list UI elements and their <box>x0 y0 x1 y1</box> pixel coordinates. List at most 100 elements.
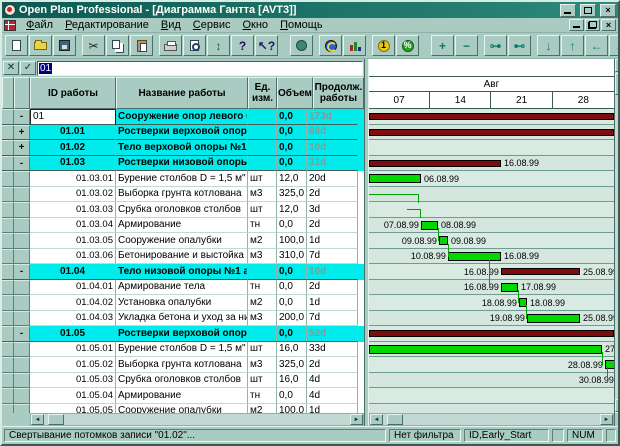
gantt-bar-summary[interactable] <box>369 330 614 337</box>
cut-button[interactable]: ✂ <box>82 35 105 56</box>
save-button[interactable] <box>53 35 76 56</box>
table-row[interactable]: -01Сооружение опор левого берега0,0173d <box>2 109 364 125</box>
gantt-bar-summary[interactable] <box>501 268 580 275</box>
scroll-left-icon[interactable]: ◄ <box>370 414 383 425</box>
context-help-button[interactable]: ↖? <box>255 35 278 56</box>
gantt-hscrollbar[interactable]: ◄ ► <box>369 413 614 426</box>
gantt-bar-task[interactable] <box>448 252 501 261</box>
gantt-bar-task[interactable] <box>369 345 602 354</box>
table-row[interactable]: 01.03.05Сооружение опалубким2100,01d <box>2 233 364 249</box>
move-left-button[interactable]: ← <box>585 35 608 56</box>
hscroll-thumb[interactable] <box>387 414 403 425</box>
column-header-5[interactable]: Объем <box>277 77 313 109</box>
column-header-4[interactable]: Ед. изм. <box>248 77 277 109</box>
accept-edit-button[interactable]: ✓ <box>20 61 36 75</box>
gantt-vscrollbar[interactable]: ▲ ▼ <box>614 59 618 426</box>
expand-collapse-toggle[interactable]: + <box>14 125 30 141</box>
scroll-down-icon[interactable]: ▼ <box>615 399 618 412</box>
scroll-up-icon[interactable]: ▲ <box>615 59 618 72</box>
print-preview-button[interactable] <box>183 35 206 56</box>
table-row[interactable]: -01.04Тело низовой опоры №1 а/д моста0,0… <box>2 264 364 280</box>
close-button[interactable]: × <box>600 4 616 17</box>
table-row[interactable]: 01.05.03Срубка оголовков столбовшт16,04d <box>2 373 364 389</box>
open-button[interactable] <box>29 35 52 56</box>
table-row[interactable]: 01.05.05Сооружение опалубким2100,01d <box>2 404 364 414</box>
gantt-bar-summary[interactable] <box>369 160 501 167</box>
table-row[interactable]: 01.05.01Бурение столбов D = 1,5 м"шт16,0… <box>2 342 364 358</box>
move-right-button[interactable]: → <box>609 35 620 56</box>
table-row[interactable]: 01.03.02Выборка грунта котлованам3325,02… <box>2 187 364 203</box>
expand-collapse-toggle[interactable]: - <box>14 326 30 342</box>
table-row[interactable]: 01.04.02Установка опалубким20,01d <box>2 295 364 311</box>
vscroll-track[interactable] <box>615 72 618 399</box>
add-activity-button[interactable]: + <box>431 35 454 56</box>
gantt-bar-summary[interactable] <box>369 129 614 136</box>
copy-button[interactable] <box>106 35 129 56</box>
link-activities-button[interactable]: ⊶ <box>484 35 507 56</box>
column-header-3[interactable]: Название работы <box>116 77 248 109</box>
table-row[interactable]: 01.05.02Выборка грунта котлованам3325,02… <box>2 357 364 373</box>
expand-collapse-toggle[interactable]: + <box>14 140 30 156</box>
sort-button[interactable]: ↕ <box>207 35 230 56</box>
document-icon[interactable] <box>4 20 16 31</box>
cell-volume: 310,0 <box>277 249 307 265</box>
child-minimize-button[interactable] <box>569 19 584 31</box>
expand-collapse-toggle[interactable]: - <box>14 156 30 172</box>
menu-item-3[interactable]: Сервис <box>187 18 237 32</box>
table-hscrollbar[interactable]: ◄ ► <box>30 413 364 426</box>
table-row[interactable]: 01.04.03Укладка бетона и уход за нимм320… <box>2 311 364 327</box>
cost-button[interactable]: 1 <box>372 35 395 56</box>
gantt-bar-task[interactable] <box>421 221 438 230</box>
expand-collapse-toggle[interactable]: - <box>14 264 30 280</box>
gantt-bar-task[interactable] <box>369 174 421 183</box>
menu-item-1[interactable]: Редактирование <box>59 18 155 32</box>
gantt-bar-task[interactable] <box>527 314 580 323</box>
scroll-left-icon[interactable]: ◄ <box>31 414 44 425</box>
table-row[interactable]: +01.02Тело верховой опоры №1 а/д моста0,… <box>2 140 364 156</box>
minimize-button[interactable] <box>560 4 576 17</box>
table-row[interactable]: 01.03.03Срубка оголовков столбовшт12,03d <box>2 202 364 218</box>
column-header-2[interactable]: ID работы <box>30 77 116 109</box>
table-row[interactable]: +01.01Ростверки верховой опоры №1 а/д0,0… <box>2 125 364 141</box>
scroll-right-icon[interactable]: ► <box>350 414 363 425</box>
menu-item-0[interactable]: Файл <box>20 18 59 32</box>
hscroll-thumb[interactable] <box>48 414 64 425</box>
cell-edit-input[interactable]: 01 <box>37 61 363 76</box>
vscroll-thumb[interactable] <box>615 73 618 95</box>
new-button[interactable] <box>5 35 28 56</box>
cancel-edit-button[interactable]: ✕ <box>3 61 19 75</box>
expand-collapse-toggle[interactable]: - <box>14 109 30 125</box>
gantt-bar-task[interactable] <box>439 236 448 245</box>
gantt-bar-task[interactable] <box>501 283 518 292</box>
unlink-activities-button[interactable]: ⊷ <box>508 35 531 56</box>
delete-activity-button[interactable]: − <box>455 35 478 56</box>
table-row[interactable]: -01.03Ростверки низовой опоры №1 а/д м0,… <box>2 156 364 172</box>
histogram-button[interactable] <box>343 35 366 56</box>
table-row[interactable]: 01.03.01Бурение столбов D = 1,5 м"шт12,0… <box>2 171 364 187</box>
hscroll-track[interactable] <box>64 414 350 425</box>
percent-complete-button[interactable]: % <box>396 35 419 56</box>
table-row[interactable]: -01.05Ростверки верховой опоры №2 а/д0,0… <box>2 326 364 342</box>
menu-item-2[interactable]: Вид <box>155 18 187 32</box>
paste-button[interactable] <box>130 35 153 56</box>
bar-start-date-label: 30.08.99 <box>579 375 614 385</box>
time-analysis-button[interactable] <box>319 35 342 56</box>
move-up-button[interactable]: ↑ <box>561 35 584 56</box>
table-row[interactable]: 01.03.06Бетонирование и выстойка бетонам… <box>2 249 364 265</box>
help-button[interactable]: ? <box>231 35 254 56</box>
menu-item-4[interactable]: Окно <box>236 18 274 32</box>
print-button[interactable] <box>159 35 182 56</box>
baseline-button[interactable] <box>290 35 313 56</box>
table-row[interactable]: 01.04.01Армирование телатн0,02d <box>2 280 364 296</box>
scroll-right-icon[interactable]: ► <box>600 414 613 425</box>
table-row[interactable]: 01.05.04Армированиетн0,04d <box>2 388 364 404</box>
child-restore-button[interactable] <box>585 19 600 31</box>
gantt-bar-summary[interactable] <box>369 113 614 120</box>
column-header-6[interactable]: Продолж. работы <box>313 77 364 109</box>
table-row[interactable]: 01.03.04Армированиетн0,02d <box>2 218 364 234</box>
menu-item-5[interactable]: Помощь <box>274 18 329 32</box>
restore-button[interactable] <box>580 4 596 17</box>
move-down-button[interactable]: ↓ <box>537 35 560 56</box>
child-close-button[interactable]: × <box>601 19 616 31</box>
hscroll-track[interactable] <box>403 414 600 425</box>
